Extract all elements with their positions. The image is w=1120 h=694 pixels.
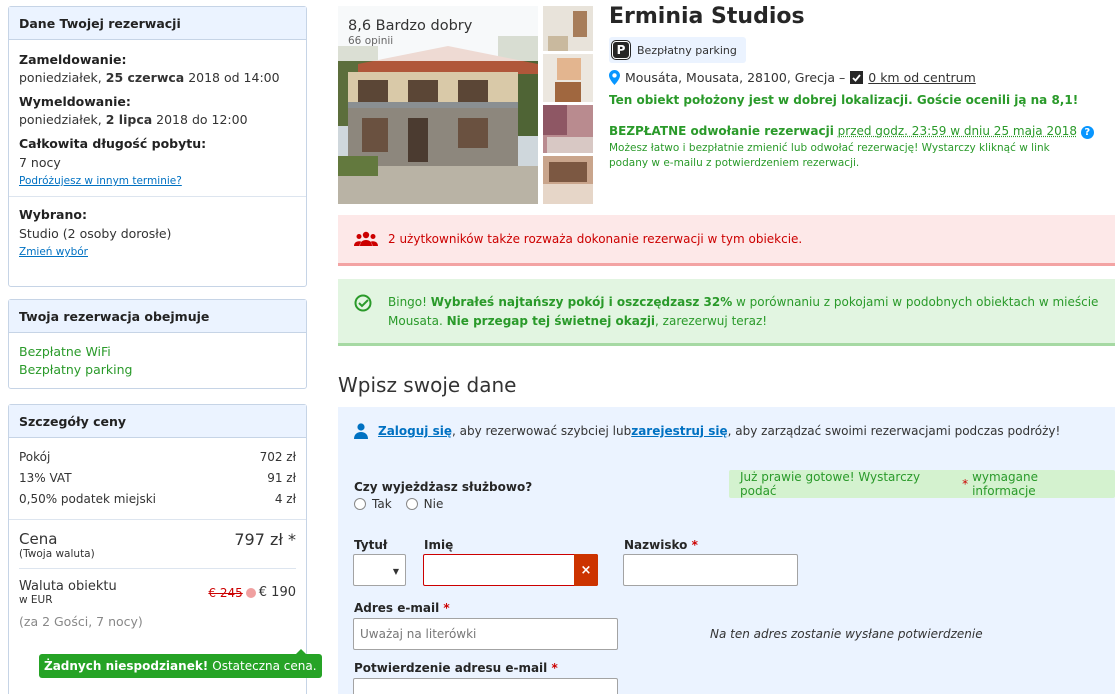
parking-badge-label: Bezpłatny parking (637, 43, 737, 57)
hotel-thumb-4[interactable] (543, 156, 593, 204)
property-price: € 245 € 190 (208, 579, 296, 606)
user-icon (354, 423, 368, 439)
cancellation-description: Możesz łatwo i bezpłatnie zmienić lub od… (609, 142, 1050, 169)
email-confirm-field[interactable] (353, 678, 618, 694)
free-cancellation: BEZPŁATNE odwołanie rezerwacji przed god… (609, 124, 1094, 139)
error-close-icon: × (574, 554, 598, 586)
price-row: 13% VAT 91 zł (19, 471, 296, 485)
location-note: Ten obiekt położony jest w dobrej lokali… (609, 93, 1079, 107)
radio-yes-label: Tak (372, 497, 392, 511)
final-price-badge: Żadnych niespodzianek! Ostateczna cena. (39, 649, 322, 678)
parking-icon: P (611, 40, 631, 60)
change-selection-link[interactable]: Zmień wybór (19, 246, 296, 258)
address-text: Mousáta, Mousata, 28100, Grecja – (625, 70, 846, 85)
parking-badge: P Bezpłatny parking (609, 37, 746, 63)
last-name-field[interactable] (623, 554, 798, 586)
checkout-value: poniedziałek, 2 lipca 2018 do 12:00 (19, 112, 248, 127)
review-score[interactable]: 8,6 Bardzo dobry 66 opinii (338, 6, 538, 61)
stay-length-label: Całkowita długość pobytu: (19, 136, 207, 151)
total-price-label: Cena (19, 530, 58, 548)
review-count: 66 opinii (348, 35, 394, 47)
checkin-label: Zameldowanie: (19, 52, 127, 67)
hotel-thumb-2[interactable] (543, 54, 593, 102)
property-currency-sub: w EUR (19, 594, 53, 606)
price-panel: Szczegóły ceny Pokój 702 zł 13% VAT 91 zł … (8, 404, 307, 694)
users-icon (354, 231, 378, 246)
selected-value: Studio (2 osoby dorosłe) (19, 226, 172, 241)
form-title: Wpisz swoje dane (338, 373, 517, 397)
check-circle-icon (354, 294, 372, 312)
required-info-note: Już prawie gotowe! Wystarczy podać * wym… (729, 470, 1115, 498)
chevron-down-icon: ▼ (392, 567, 399, 576)
first-name-label: Imię (424, 538, 454, 552)
hotel-address: Mousáta, Mousata, 28100, Grecja – 0 km o… (609, 70, 976, 85)
distance-link[interactable]: 0 km od centrum (868, 70, 976, 85)
demand-alert-text: 2 użytkowników także rozważa dokonanie r… (388, 232, 803, 246)
reservation-panel: Dane Twojej rezerwacji Zameldowanie: pon… (8, 6, 307, 287)
other-date-link[interactable]: Podróżujesz w innym terminie? (19, 175, 296, 187)
reservation-panel-title: Dane Twojej rezerwacji (9, 7, 306, 40)
total-price-sub: (Twoja waluta) (19, 548, 95, 560)
guests-nights-note: (za 2 Gości, 7 nocy) (19, 614, 143, 629)
selected-label: Wybrano: (19, 207, 87, 222)
business-trip-options: Tak Nie (354, 497, 443, 511)
title-label: Tytuł (354, 538, 388, 552)
email-placeholder: Uważaj na literówki (360, 627, 477, 641)
new-price: € 190 (258, 585, 296, 600)
info-dot-icon (245, 587, 256, 598)
total-price-value: 797 zł * (234, 530, 296, 549)
register-link[interactable]: zarejestruj się (631, 424, 727, 438)
map-check-icon (850, 71, 864, 84)
guest-details-form: Zaloguj się , aby rezerwować szybciej lu… (338, 407, 1115, 694)
review-score-text: 8,6 Bardzo dobry (348, 18, 473, 34)
email-label: Adres e-mail * (354, 601, 450, 615)
stay-length-value: 7 nocy (19, 155, 61, 170)
help-icon[interactable]: ? (1080, 126, 1094, 139)
property-currency-label: Waluta obiektu (19, 579, 117, 594)
include-item-wifi: Bezpłatne WiFi (19, 344, 111, 359)
title-select[interactable]: ▼ (353, 554, 406, 586)
deal-alert: Bingo! Wybrałeś najtańszy pokój i oszczę… (338, 279, 1115, 346)
email-note: Na ten adres zostanie wysłane potwierdze… (710, 627, 983, 641)
price-row: Pokój 702 zł (19, 450, 296, 464)
checkout-label: Wymeldowanie: (19, 94, 131, 109)
price-panel-title: Szczegóły ceny (9, 405, 306, 438)
demand-alert: 2 użytkowników także rozważa dokonanie r… (338, 215, 1115, 266)
price-row: 0,50% podatek miejski 4 zł (19, 492, 296, 506)
radio-yes[interactable] (354, 498, 366, 510)
first-name-field[interactable]: × (423, 554, 598, 586)
last-name-label: Nazwisko * (624, 538, 698, 552)
login-link[interactable]: Zaloguj się (378, 424, 452, 438)
location-pin-icon (609, 70, 620, 85)
includes-panel: Twoja rezerwacja obejmuje Bezpłatne WiFi… (8, 299, 307, 389)
hotel-name: Erminia Studios (609, 4, 805, 29)
email-field[interactable]: Uważaj na literówki (353, 618, 618, 650)
hotel-thumb-3[interactable] (543, 105, 593, 153)
deal-alert-text: Bingo! Wybrałeś najtańszy pokój i oszczę… (388, 295, 1099, 328)
login-prompt: Zaloguj się , aby rezerwować szybciej lu… (354, 423, 1060, 439)
radio-no[interactable] (405, 498, 418, 510)
hotel-thumb-1[interactable] (543, 6, 593, 51)
radio-no-label: Nie (423, 497, 444, 511)
business-trip-label: Czy wyjeżdżasz służbowo? (354, 480, 533, 494)
includes-panel-title: Twoja rezerwacja obejmuje (9, 300, 306, 333)
include-item-parking: Bezpłatny parking (19, 362, 133, 377)
checkin-value: poniedziałek, 25 czerwca 2018 od 14:00 (19, 70, 280, 85)
email-confirm-label: Potwierdzenie adresu e-mail * (354, 661, 558, 675)
old-price: € 245 (208, 585, 243, 600)
